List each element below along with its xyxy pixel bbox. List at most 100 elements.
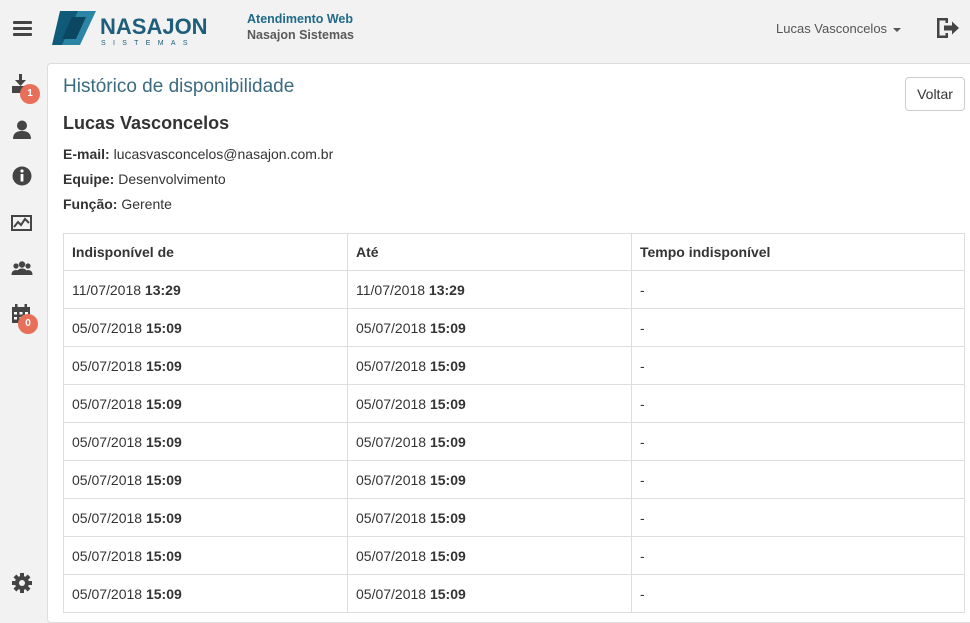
to-time: 15:09 bbox=[429, 509, 466, 526]
sidebar-item-settings[interactable] bbox=[10, 571, 36, 597]
gear-icon bbox=[12, 573, 32, 593]
from-time: 15:09 bbox=[145, 433, 182, 450]
role-line: Função: Gerente bbox=[63, 196, 172, 212]
team-label: Equipe: bbox=[63, 171, 115, 187]
logout-icon[interactable] bbox=[934, 16, 960, 40]
sidebar-item-user[interactable] bbox=[10, 118, 36, 144]
cell-from: 05/07/2018 15:09 bbox=[63, 536, 348, 575]
person-name: Lucas Vasconcelos bbox=[63, 113, 230, 133]
cell-duration: - bbox=[631, 574, 965, 613]
from-date: 05/07/2018 bbox=[72, 547, 143, 564]
availability-table: Indisponível de Até Tempo indisponível 1… bbox=[63, 233, 965, 613]
chart-icon bbox=[11, 215, 32, 231]
email-value: lucasvasconcelos@nasajon.com.br bbox=[113, 146, 334, 162]
table-row: 05/07/2018 15:09 05/07/2018 15:09- bbox=[63, 422, 965, 461]
from-time: 15:09 bbox=[145, 319, 182, 336]
to-time: 15:09 bbox=[429, 319, 466, 336]
sidebar-item-team[interactable] bbox=[10, 256, 36, 282]
table-row: 05/07/2018 15:09 05/07/2018 15:09- bbox=[63, 308, 965, 347]
from-date: 05/07/2018 bbox=[72, 471, 143, 488]
cell-duration: - bbox=[631, 498, 965, 537]
from-time: 15:09 bbox=[145, 547, 182, 564]
chevron-down-icon bbox=[893, 27, 902, 32]
cell-to: 05/07/2018 15:09 bbox=[347, 536, 632, 575]
user-menu[interactable]: Lucas Vasconcelos bbox=[776, 21, 902, 36]
from-time: 15:09 bbox=[145, 357, 182, 374]
sidebar-item-info[interactable] bbox=[10, 164, 36, 190]
cell-duration: - bbox=[631, 346, 965, 385]
email-line: E-mail: lucasvasconcelos@nasajon.com.br bbox=[63, 146, 333, 162]
from-time: 15:09 bbox=[145, 509, 182, 526]
info-icon bbox=[12, 166, 32, 186]
table-row: 05/07/2018 15:09 05/07/2018 15:09- bbox=[63, 498, 965, 537]
to-date: 05/07/2018 bbox=[356, 357, 427, 374]
sidebar-item-inbox[interactable]: 1 bbox=[10, 72, 40, 104]
to-date: 05/07/2018 bbox=[356, 509, 427, 526]
cell-to: 05/07/2018 15:09 bbox=[347, 384, 632, 423]
cell-from: 05/07/2018 15:09 bbox=[63, 384, 348, 423]
to-time: 15:09 bbox=[429, 471, 466, 488]
column-header-to: Até bbox=[347, 233, 632, 271]
team-value: Desenvolvimento bbox=[118, 171, 226, 187]
role-value: Gerente bbox=[121, 196, 172, 212]
cell-to: 05/07/2018 15:09 bbox=[347, 498, 632, 537]
cell-duration: - bbox=[631, 536, 965, 575]
sidebar-item-chart[interactable] bbox=[10, 210, 36, 236]
cell-to: 05/07/2018 15:09 bbox=[347, 308, 632, 347]
cell-to: 11/07/2018 13:29 bbox=[347, 270, 632, 309]
from-date: 05/07/2018 bbox=[72, 433, 143, 450]
table-row: 05/07/2018 15:09 05/07/2018 15:09- bbox=[63, 536, 965, 575]
to-time: 15:09 bbox=[429, 395, 466, 412]
cell-to: 05/07/2018 15:09 bbox=[347, 422, 632, 461]
to-date: 05/07/2018 bbox=[356, 395, 427, 412]
to-date: 05/07/2018 bbox=[356, 471, 427, 488]
to-time: 15:09 bbox=[429, 433, 466, 450]
cell-to: 05/07/2018 15:09 bbox=[347, 460, 632, 499]
to-time: 15:09 bbox=[429, 357, 466, 374]
logo-text: NASAJON bbox=[100, 14, 208, 39]
page-title: Histórico de disponibilidade bbox=[63, 76, 295, 97]
column-header-duration: Tempo indisponível bbox=[631, 233, 965, 271]
group-icon bbox=[11, 261, 33, 275]
notification-badge: 0 bbox=[18, 314, 38, 334]
from-time: 15:09 bbox=[145, 395, 182, 412]
top-bar: NASAJON SISTEMAS Atendimento Web Nasajon… bbox=[0, 0, 970, 58]
logo-subtext: SISTEMAS bbox=[101, 40, 195, 47]
history-panel: Histórico de disponibilidade Voltar Luca… bbox=[47, 63, 970, 623]
email-label: E-mail: bbox=[63, 146, 110, 162]
nasajon-logo[interactable]: NASAJON SISTEMAS bbox=[52, 11, 220, 47]
table-row: 05/07/2018 15:09 05/07/2018 15:09- bbox=[63, 346, 965, 385]
to-time: 15:09 bbox=[429, 547, 466, 564]
cell-duration: - bbox=[631, 460, 965, 499]
to-date: 05/07/2018 bbox=[356, 585, 427, 602]
cell-from: 05/07/2018 15:09 bbox=[63, 422, 348, 461]
sidebar-item-calendar[interactable]: 0 bbox=[10, 302, 38, 334]
table-row: 05/07/2018 15:09 05/07/2018 15:09- bbox=[63, 460, 965, 499]
hamburger-icon[interactable] bbox=[13, 21, 32, 37]
cell-from: 05/07/2018 15:09 bbox=[63, 574, 348, 613]
cell-from: 05/07/2018 15:09 bbox=[63, 308, 348, 347]
cell-to: 05/07/2018 15:09 bbox=[347, 574, 632, 613]
from-date: 05/07/2018 bbox=[72, 585, 143, 602]
cell-to: 05/07/2018 15:09 bbox=[347, 346, 632, 385]
from-time: 15:09 bbox=[145, 471, 182, 488]
from-time: 15:09 bbox=[145, 585, 182, 602]
sidebar: 1 0 bbox=[0, 58, 46, 613]
from-date: 05/07/2018 bbox=[72, 509, 143, 526]
to-date: 05/07/2018 bbox=[356, 433, 427, 450]
to-date: 05/07/2018 bbox=[356, 319, 427, 336]
to-time: 13:29 bbox=[428, 281, 465, 298]
cell-from: 05/07/2018 15:09 bbox=[63, 346, 348, 385]
table-row: 05/07/2018 15:09 05/07/2018 15:09- bbox=[63, 574, 965, 613]
cell-duration: - bbox=[631, 270, 965, 309]
team-line: Equipe: Desenvolvimento bbox=[63, 171, 226, 187]
role-label: Função: bbox=[63, 196, 118, 212]
app-titles: Atendimento Web Nasajon Sistemas bbox=[247, 11, 354, 43]
notification-badge: 1 bbox=[20, 84, 40, 104]
back-button[interactable]: Voltar bbox=[905, 77, 965, 111]
from-date: 05/07/2018 bbox=[72, 395, 143, 412]
to-time: 15:09 bbox=[429, 585, 466, 602]
cell-duration: - bbox=[631, 384, 965, 423]
to-date: 11/07/2018 bbox=[356, 281, 426, 298]
cell-from: 05/07/2018 15:09 bbox=[63, 460, 348, 499]
